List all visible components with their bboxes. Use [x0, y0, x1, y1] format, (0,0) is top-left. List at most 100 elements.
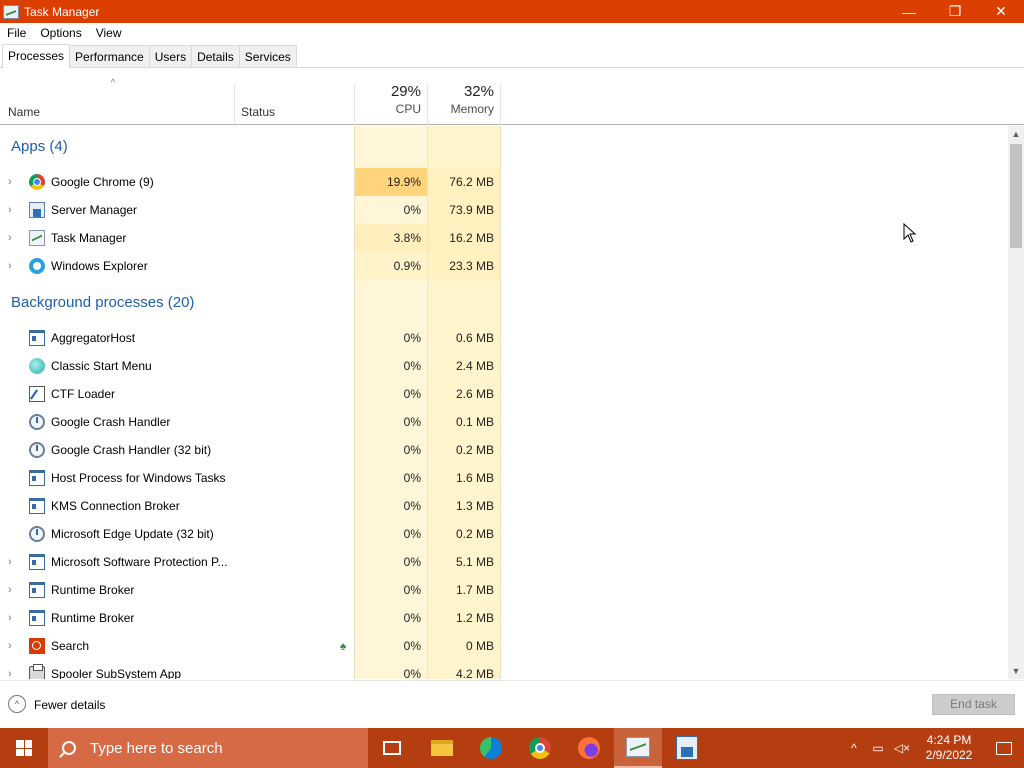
chrome-icon: [529, 737, 551, 759]
taskbar-edge[interactable]: [467, 728, 515, 768]
cpu-value: 0%: [403, 359, 421, 373]
chevron-right-icon[interactable]: ›: [8, 231, 18, 245]
table-row[interactable]: Google Crash Handler 0% 0.1 MB: [0, 408, 1008, 436]
table-row[interactable]: › Server Manager 0% 73.9 MB: [0, 196, 1008, 224]
chevron-right-icon[interactable]: ›: [8, 259, 18, 273]
taskbar-chrome[interactable]: [516, 728, 564, 768]
taskbar-firefox[interactable]: [565, 728, 613, 768]
minimize-button[interactable]: —: [886, 0, 932, 23]
taskbar-server-manager[interactable]: [663, 728, 711, 768]
end-task-button[interactable]: End task: [932, 694, 1015, 715]
cpu-value: 0%: [403, 499, 421, 513]
table-row[interactable]: › Task Manager 3.8% 16.2 MB: [0, 224, 1008, 252]
table-row[interactable]: Host Process for Windows Tasks 0% 1.6 MB: [0, 464, 1008, 492]
fewer-details-button[interactable]: Fewer details: [34, 698, 105, 712]
table-row[interactable]: › Spooler SubSystem App 0% 4.2 MB: [0, 660, 1008, 679]
window-icon: [29, 554, 45, 570]
cpu-value: 0%: [403, 527, 421, 541]
close-button[interactable]: ✕: [978, 0, 1024, 23]
tab-processes[interactable]: Processes: [2, 44, 71, 68]
menu-options[interactable]: Options: [33, 23, 88, 43]
menu-file[interactable]: File: [0, 23, 33, 43]
clock-time: 4:24 PM: [926, 733, 972, 747]
column-name-header[interactable]: Name: [8, 105, 40, 119]
chevron-up-icon[interactable]: ^: [8, 695, 26, 713]
volume-muted-icon[interactable]: ◁×: [890, 741, 914, 755]
table-row[interactable]: › Google Chrome (9) 19.9% 76.2 MB: [0, 168, 1008, 196]
window-icon: [29, 582, 45, 598]
taskbar-file-explorer[interactable]: [418, 728, 466, 768]
window-icon: [29, 330, 45, 346]
memory-value: 2.4 MB: [455, 359, 494, 373]
chevron-right-icon[interactable]: ›: [8, 175, 18, 189]
table-row[interactable]: Google Crash Handler (32 bit) 0% 0.2 MB: [0, 436, 1008, 464]
memory-value: 2.6 MB: [455, 387, 494, 401]
group-title: Apps (4): [11, 138, 68, 155]
show-hidden-icons-chevron-icon[interactable]: ^: [842, 741, 866, 755]
tab-services[interactable]: Services: [238, 45, 297, 67]
memory-value: 0.6 MB: [455, 331, 494, 345]
chevron-right-icon[interactable]: ›: [8, 583, 18, 597]
group-header[interactable]: Apps (4): [0, 132, 1008, 162]
chevron-right-icon[interactable]: ›: [8, 639, 18, 653]
vertical-scrollbar[interactable]: ▲ ▼: [1008, 126, 1024, 679]
chevron-right-icon[interactable]: ›: [8, 555, 18, 569]
tab-details[interactable]: Details: [191, 45, 240, 67]
chevron-right-icon[interactable]: ›: [8, 611, 18, 625]
table-row[interactable]: › Runtime Broker 0% 1.7 MB: [0, 576, 1008, 604]
scroll-up-arrow-icon[interactable]: ▲: [1008, 126, 1024, 142]
chevron-right-icon[interactable]: ›: [8, 667, 18, 679]
table-row[interactable]: KMS Connection Broker 0% 1.3 MB: [0, 492, 1008, 520]
spooler-icon: [29, 664, 45, 679]
taskbar-search-box[interactable]: Type here to search: [48, 728, 368, 768]
memory-value: 1.2 MB: [455, 611, 494, 625]
tab-users[interactable]: Users: [148, 45, 193, 67]
taskbar-task-manager[interactable]: [614, 728, 662, 768]
column-divider[interactable]: [234, 84, 235, 125]
column-cpu-header[interactable]: 29% CPU: [355, 83, 421, 117]
group-title: Background processes (20): [11, 294, 195, 311]
process-name: Task Manager: [51, 231, 127, 245]
table-row[interactable]: AggregatorHost 0% 0.6 MB: [0, 324, 1008, 352]
window-title: Task Manager: [24, 4, 100, 19]
tab-performance[interactable]: Performance: [69, 45, 150, 67]
scrollbar-thumb[interactable]: [1010, 144, 1022, 248]
restore-button[interactable]: ❐: [932, 0, 978, 23]
table-row[interactable]: › Runtime Broker 0% 1.2 MB: [0, 604, 1008, 632]
column-memory-header[interactable]: 32% Memory: [428, 83, 494, 117]
start-button[interactable]: [0, 728, 48, 768]
process-name: Runtime Broker: [51, 611, 135, 625]
cpu-value: 0%: [403, 443, 421, 457]
task-manager-icon: [29, 230, 45, 246]
menu-view[interactable]: View: [89, 23, 129, 43]
table-row[interactable]: CTF Loader 0% 2.6 MB: [0, 380, 1008, 408]
table-row[interactable]: › Microsoft Software Protection P... 0% 5.1…: [0, 548, 1008, 576]
firefox-icon: [578, 737, 600, 759]
memory-value: 0 MB: [465, 639, 494, 653]
crash-handler-icon: [29, 526, 45, 542]
taskbar-task-view[interactable]: [368, 728, 416, 768]
column-status-header[interactable]: Status: [241, 105, 275, 119]
chevron-right-icon[interactable]: ›: [8, 203, 18, 217]
table-row[interactable]: Microsoft Edge Update (32 bit) 0% 0.2 MB: [0, 520, 1008, 548]
table-row[interactable]: › Search ♠ 0% 0 MB: [0, 632, 1008, 660]
memory-value: 23.3 MB: [428, 252, 500, 280]
network-icon[interactable]: ▭: [866, 741, 890, 755]
sort-caret-icon: ^: [110, 78, 116, 89]
cpu-column-label: CPU: [395, 102, 421, 116]
clock[interactable]: 4:24 PM 2/9/2022: [914, 733, 984, 763]
group-header[interactable]: Background processes (20): [0, 288, 1008, 318]
mouse-cursor-icon: [903, 223, 917, 243]
process-name: Google Crash Handler: [51, 415, 171, 429]
task-manager-icon: [626, 737, 650, 757]
table-row[interactable]: › Windows Explorer 0.9% 23.3 MB: [0, 252, 1008, 280]
cpu-value: 0%: [403, 555, 421, 569]
scroll-down-arrow-icon[interactable]: ▼: [1008, 663, 1024, 679]
cpu-value: 0%: [403, 611, 421, 625]
column-divider[interactable]: [500, 84, 501, 125]
action-center-button[interactable]: [984, 728, 1024, 768]
crash-handler-icon: [29, 442, 45, 458]
table-row[interactable]: Classic Start Menu 0% 2.4 MB: [0, 352, 1008, 380]
cpu-value: 0%: [403, 639, 421, 653]
windows-explorer-icon: [29, 258, 45, 274]
